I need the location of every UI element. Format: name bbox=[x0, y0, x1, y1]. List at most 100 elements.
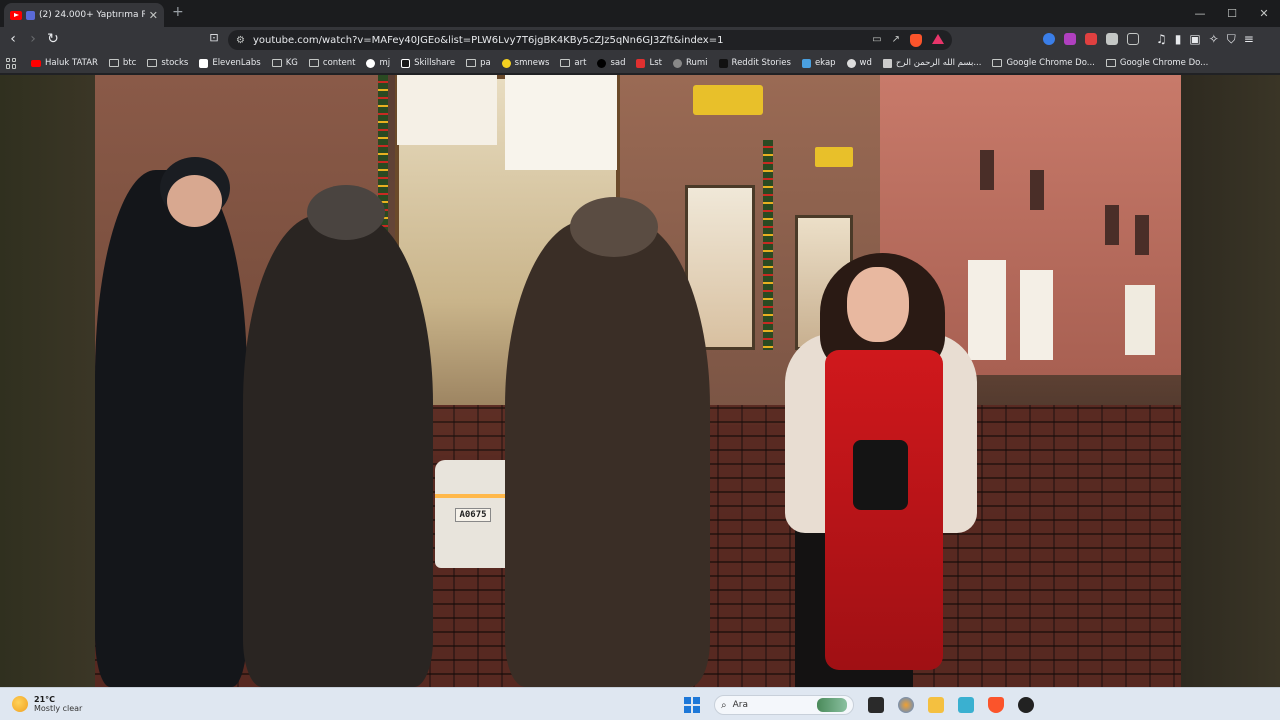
robot-plate: A0675 bbox=[455, 508, 491, 522]
forward-button[interactable]: › bbox=[24, 31, 42, 47]
shop-sign-logo bbox=[397, 75, 497, 145]
snipping-tool-icon[interactable] bbox=[958, 697, 974, 713]
bookmark-label: Google Chrome Do... bbox=[1006, 58, 1095, 68]
github-icon bbox=[366, 58, 376, 68]
building-window bbox=[1135, 215, 1149, 255]
bookmark-label: art bbox=[574, 58, 587, 68]
new-tab-button[interactable]: + bbox=[172, 4, 184, 20]
ext-purple-icon[interactable] bbox=[1064, 33, 1076, 45]
close-window-button[interactable]: ✕ bbox=[1248, 0, 1280, 27]
shop-sign-script bbox=[505, 75, 617, 170]
ext-red-icon[interactable] bbox=[1085, 33, 1097, 45]
person-face bbox=[167, 175, 222, 227]
folder-icon bbox=[108, 59, 119, 67]
youtube-icon bbox=[31, 59, 41, 67]
bookmark-label: Rumi bbox=[685, 58, 708, 68]
bookmark-item[interactable]: content bbox=[308, 58, 356, 68]
skillshare-icon bbox=[401, 58, 411, 68]
bookmark-item[interactable]: Reddit Stories bbox=[718, 58, 791, 68]
camera bbox=[853, 440, 908, 510]
person-left bbox=[95, 170, 247, 687]
bookmark-item[interactable]: art bbox=[560, 58, 586, 68]
weather-icon bbox=[12, 696, 28, 712]
site-info-icon[interactable]: ⚙ bbox=[236, 35, 245, 46]
obs-icon[interactable] bbox=[1018, 697, 1034, 713]
gold-sign-small bbox=[815, 147, 853, 167]
video-player[interactable]: A0675 bbox=[0, 75, 1280, 687]
maximize-button[interactable]: ☐ bbox=[1216, 0, 1248, 27]
tab-youtube[interactable]: (2) 24.000+ Yaptırıma Rağme ✕ bbox=[4, 3, 164, 27]
bookmark-item[interactable]: بسم الله الرحمن الرح... bbox=[882, 58, 981, 68]
cast-icon[interactable]: ▭ bbox=[872, 34, 881, 47]
bookmark-item[interactable]: Lst bbox=[636, 58, 662, 68]
video-frame[interactable]: A0675 bbox=[95, 75, 1181, 687]
bookmark-label: Google Chrome Do... bbox=[1119, 58, 1209, 68]
extensions-area bbox=[1043, 33, 1139, 45]
back-button[interactable]: ‹ bbox=[4, 31, 22, 47]
vpn-icon[interactable]: ⛉ bbox=[1227, 32, 1236, 47]
weather-widget[interactable]: 21°C Mostly clear bbox=[12, 695, 82, 713]
bookmark-item[interactable]: smnews bbox=[501, 58, 550, 68]
brave-shields-icon[interactable] bbox=[910, 33, 922, 47]
close-tab-icon[interactable]: ✕ bbox=[149, 9, 158, 22]
bookmark-item[interactable]: stocks bbox=[147, 58, 188, 68]
bookmark-item[interactable]: pa bbox=[466, 58, 491, 68]
s-icon bbox=[636, 58, 646, 68]
brave-taskbar-icon[interactable] bbox=[988, 697, 1004, 713]
book-icon bbox=[882, 58, 892, 68]
bookmarks-bar: Haluk TATAR btc stocks ElevenLabs KG content m… bbox=[0, 53, 1280, 74]
storefront-lit bbox=[968, 260, 1006, 360]
bookmark-item[interactable]: ekap bbox=[801, 58, 836, 68]
folder-icon bbox=[271, 59, 282, 67]
bookmark-label: btc bbox=[122, 58, 137, 68]
bookmark-item[interactable]: sad bbox=[597, 58, 625, 68]
sidebar-icon[interactable]: ▮ bbox=[1175, 32, 1182, 47]
bookmark-item[interactable]: wd bbox=[846, 58, 872, 68]
menu-icon[interactable]: ≡ bbox=[1244, 32, 1254, 47]
folder-icon bbox=[308, 59, 319, 67]
bookmark-label: content bbox=[322, 58, 356, 68]
share-icon[interactable]: ↗ bbox=[892, 34, 900, 47]
puzzle-icon[interactable] bbox=[1106, 33, 1118, 45]
search-icon: ⌕ bbox=[721, 699, 727, 711]
reload-button[interactable]: ↻ bbox=[44, 31, 62, 47]
window-controls: — ☐ ✕ bbox=[1184, 0, 1280, 27]
leo-icon[interactable]: ✧ bbox=[1209, 32, 1219, 47]
storefront-lit bbox=[1020, 270, 1053, 360]
bookmark-item[interactable]: btc bbox=[108, 58, 137, 68]
task-view-icon[interactable] bbox=[868, 697, 884, 713]
bookmark-label: ElevenLabs bbox=[212, 58, 261, 68]
bookmark-item[interactable]: KG bbox=[271, 58, 298, 68]
bookmark-label: stocks bbox=[161, 58, 189, 68]
start-button[interactable] bbox=[684, 697, 700, 713]
bookmark-item[interactable]: Skillshare bbox=[401, 58, 455, 68]
bookmark-icon[interactable]: ⊡ bbox=[205, 31, 223, 44]
bookmark-label: Skillshare bbox=[414, 58, 456, 68]
bookmark-item[interactable]: ElevenLabs bbox=[199, 58, 261, 68]
wallet-icon[interactable]: ▣ bbox=[1189, 32, 1200, 47]
address-bar[interactable]: ⚙ youtube.com/watch?v=MAFey40JGEo&list=P… bbox=[228, 30, 952, 50]
file-explorer-icon[interactable] bbox=[928, 697, 944, 713]
minimize-button[interactable]: — bbox=[1184, 0, 1216, 27]
slash-icon bbox=[597, 58, 607, 68]
windows-taskbar: 21°C Mostly clear ⌕ Ara bbox=[0, 687, 1280, 720]
bookmark-item[interactable]: Google Chrome Do... bbox=[1105, 58, 1209, 68]
copilot-icon[interactable] bbox=[898, 697, 914, 713]
bookmark-item[interactable]: Haluk TATAR bbox=[31, 58, 98, 68]
elevenlabs-icon bbox=[199, 58, 209, 68]
apps-grid-icon[interactable] bbox=[6, 57, 17, 69]
music-icon[interactable]: ♫ bbox=[1156, 32, 1167, 47]
bookmark-item[interactable]: Google Chrome Do... bbox=[992, 58, 1095, 68]
ext-box-icon[interactable] bbox=[1127, 33, 1139, 45]
bookmark-label: Lst bbox=[649, 58, 662, 68]
url-text[interactable]: youtube.com/watch?v=MAFey40JGEo&list=PLW… bbox=[253, 35, 872, 46]
bookmark-item[interactable]: Rumi bbox=[672, 58, 708, 68]
audio-ext-icon[interactable] bbox=[1043, 33, 1055, 45]
bookmark-label: smnews bbox=[514, 58, 550, 68]
weather-temp: 21°C bbox=[34, 695, 56, 704]
bookmark-label: wd bbox=[859, 58, 872, 68]
bookmark-item[interactable]: mj bbox=[366, 58, 390, 68]
taskbar-search[interactable]: ⌕ Ara bbox=[714, 695, 854, 715]
bookmark-label: Reddit Stories bbox=[731, 58, 791, 68]
brave-rewards-icon[interactable] bbox=[932, 33, 944, 44]
